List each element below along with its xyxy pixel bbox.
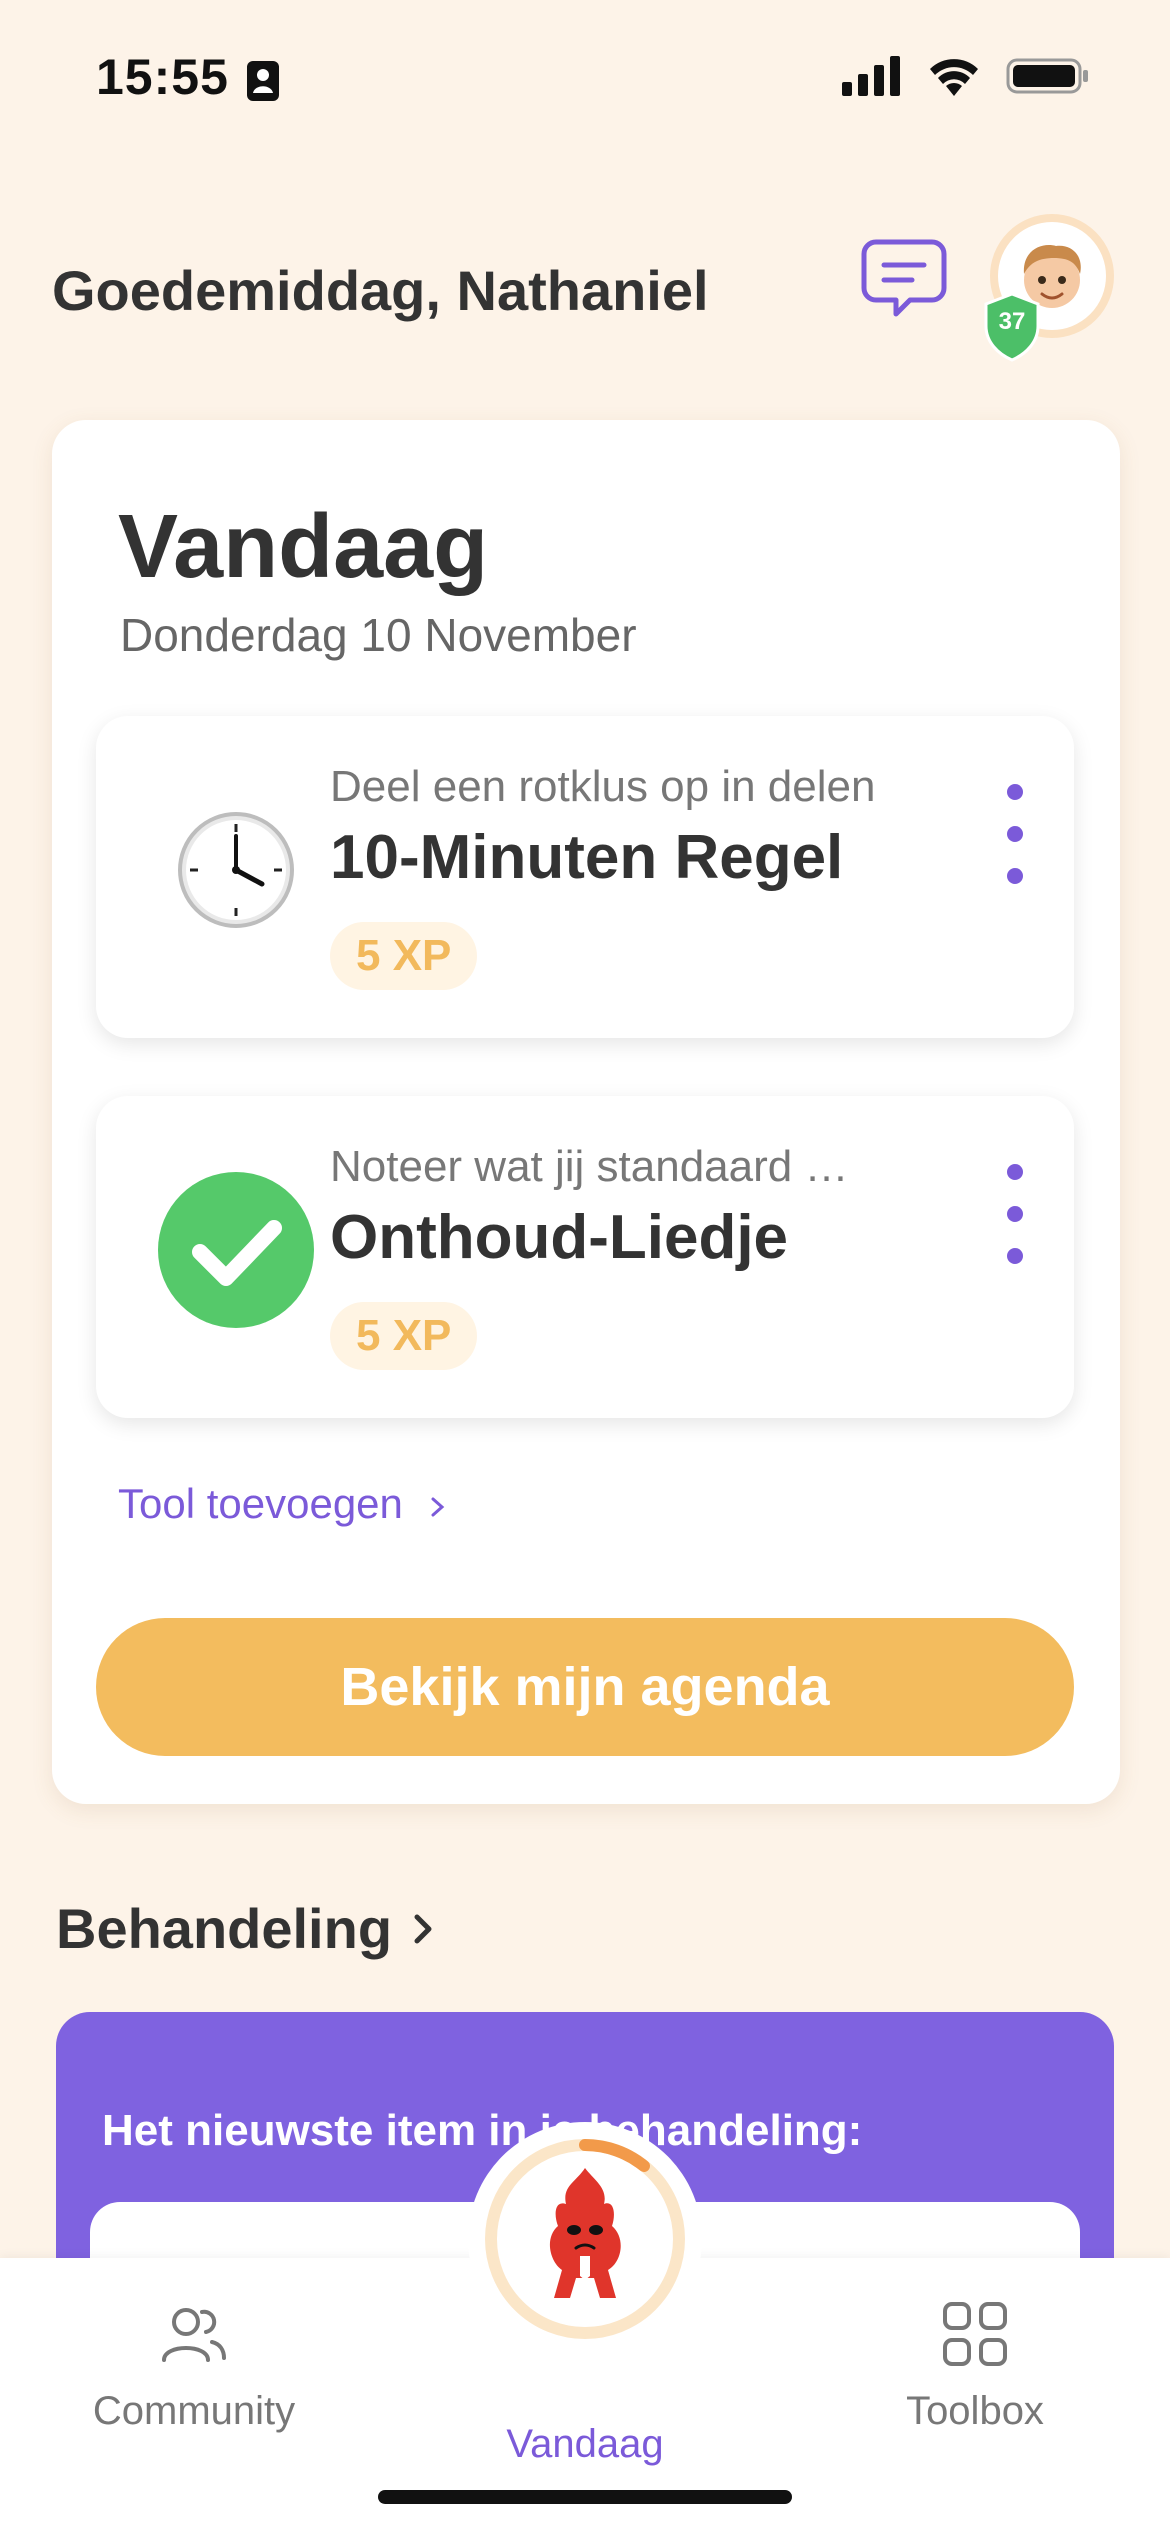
nav-community[interactable]: Community <box>64 2298 324 2434</box>
contact-card-icon <box>247 61 279 101</box>
level-number: 37 <box>998 308 1026 335</box>
view-agenda-button[interactable]: Bekijk mijn agenda <box>96 1618 1074 1756</box>
nav-label: Toolbox <box>906 2389 1044 2433</box>
tool-title: Onthoud-Liedje <box>330 1203 789 1272</box>
xp-badge: 5 XP <box>330 922 478 990</box>
tool-subtitle: Deel een rotklus op in delen <box>330 762 876 811</box>
community-icon <box>162 2308 226 2362</box>
treatment-latest-text: Het nieuwste item in je behandeling: <box>102 2106 863 2155</box>
wifi-icon <box>930 59 978 96</box>
toolbox-icon <box>943 2302 1007 2366</box>
nav-label: Vandaag <box>506 2422 664 2466</box>
tool-card[interactable]: Deel een rotklus op in delen 10-Minuten … <box>96 716 1074 1038</box>
tool-subtitle: Noteer wat jij standaard … <box>330 1142 849 1191</box>
today-date: Donderdag 10 November <box>120 609 637 661</box>
chevron-right-icon <box>414 1914 432 1943</box>
tool-card[interactable]: Noteer wat jij standaard … Onthoud-Liedj… <box>96 1096 1074 1418</box>
mascot-icon <box>485 2139 685 2339</box>
checkmark-icon <box>158 1172 314 1328</box>
more-options-icon[interactable] <box>990 1164 1040 1264</box>
home-indicator <box>378 2490 792 2504</box>
treatment-heading-label: Behandeling <box>56 1897 393 1960</box>
chat-icon[interactable] <box>856 230 952 326</box>
add-tool-link[interactable]: Tool toevoegen <box>118 1480 451 1528</box>
tool-title: 10-Minuten Regel <box>330 823 844 892</box>
add-tool-label: Tool toevoegen <box>118 1480 403 1527</box>
clock-icon <box>178 812 294 928</box>
treatment-heading[interactable]: Behandeling <box>56 1896 438 1961</box>
today-title: Vandaag <box>118 497 489 597</box>
cellular-signal-icon <box>842 56 900 96</box>
nav-today[interactable]: Vandaag <box>455 2408 715 2467</box>
status-bar: 15:55 <box>0 0 1170 150</box>
status-time: 15:55 <box>96 49 229 105</box>
battery-icon <box>1006 58 1088 94</box>
xp-badge: 5 XP <box>330 1302 478 1370</box>
nav-label: Community <box>92 2389 296 2433</box>
chevron-right-icon <box>431 1497 444 1517</box>
more-options-icon[interactable] <box>990 784 1040 884</box>
status-icons <box>842 56 1090 96</box>
nav-toolbox[interactable]: Toolbox <box>845 2298 1105 2434</box>
greeting: Goedemiddag, Nathaniel <box>52 259 709 322</box>
today-card: Vandaag Donderdag 10 November Deel een r… <box>52 420 1120 1804</box>
mascot-button[interactable] <box>468 2122 702 2356</box>
